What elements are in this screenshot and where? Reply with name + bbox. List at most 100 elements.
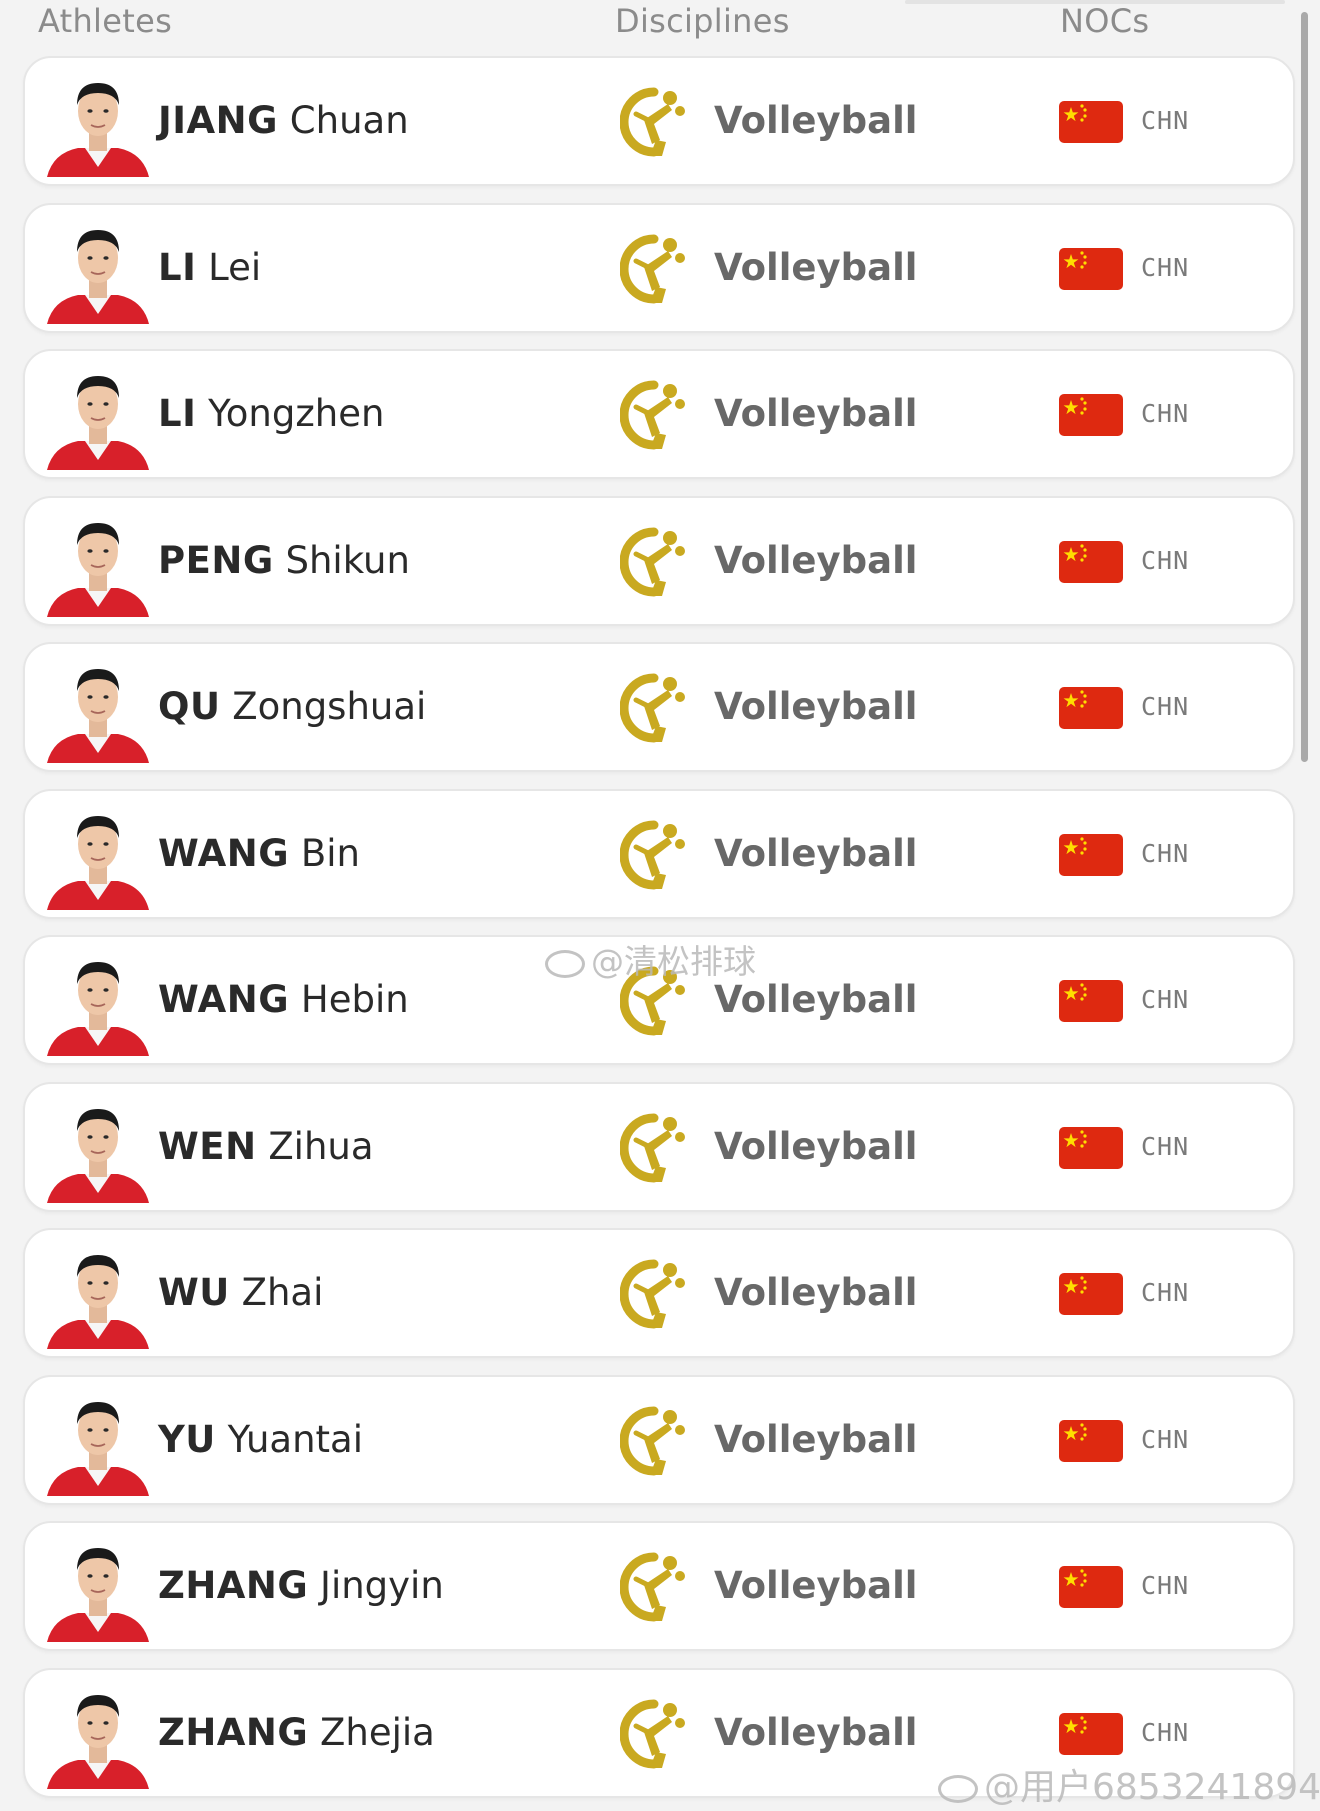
noc-code: CHN	[1141, 692, 1190, 721]
china-flag-icon	[1059, 1420, 1123, 1462]
athlete-name[interactable]: LI Yongzhen	[158, 351, 384, 477]
china-flag-icon	[1059, 101, 1123, 143]
athlete-last-name: WANG	[158, 832, 290, 875]
china-flag-icon	[1059, 1127, 1123, 1169]
china-flag-icon	[1059, 980, 1123, 1022]
discipline-label: Volleyball	[714, 539, 918, 582]
athlete-name[interactable]: ZHANG Zhejia	[158, 1670, 435, 1796]
discipline-label: Volleyball	[714, 246, 918, 289]
athlete-last-name: LI	[158, 246, 197, 289]
athlete-name[interactable]: WEN Zihua	[158, 1084, 374, 1210]
athlete-first-name: Chuan	[289, 99, 409, 142]
noc-code: CHN	[1141, 1132, 1190, 1161]
volleyball-pictogram-icon	[619, 1551, 690, 1623]
discipline-label: Volleyball	[714, 685, 918, 728]
column-header-athletes[interactable]: Athletes	[38, 2, 172, 40]
athlete-first-name: Zhai	[241, 1271, 324, 1314]
table-header: Athletes Disciplines NOCs	[0, 0, 1320, 50]
athlete-avatar	[45, 1534, 151, 1642]
china-flag-icon	[1059, 1273, 1123, 1315]
athlete-first-name: Zongshuai	[232, 685, 427, 728]
athlete-avatar	[45, 1681, 151, 1789]
athlete-row[interactable]: WU Zhai Volleyball CHN	[23, 1228, 1295, 1358]
scrollbar[interactable]	[1301, 12, 1308, 762]
athlete-row[interactable]: ZHANG Jingyin Volleyball CHN	[23, 1521, 1295, 1651]
noc-code: CHN	[1141, 839, 1190, 868]
athlete-name[interactable]: JIANG Chuan	[158, 58, 409, 184]
discipline-label: Volleyball	[714, 1711, 918, 1754]
athlete-first-name: Shikun	[285, 539, 410, 582]
noc-code: CHN	[1141, 399, 1190, 428]
athlete-first-name: Zihua	[268, 1125, 374, 1168]
volleyball-pictogram-icon	[619, 1698, 690, 1770]
athlete-avatar	[45, 1241, 151, 1349]
volleyball-pictogram-icon	[619, 819, 690, 891]
discipline-label: Volleyball	[714, 99, 918, 142]
athlete-avatar	[45, 362, 151, 470]
athlete-first-name: Hebin	[300, 978, 409, 1021]
column-header-nocs[interactable]: NOCs	[1060, 2, 1149, 40]
athlete-row[interactable]: YU Yuantai Volleyball CHN	[23, 1375, 1295, 1505]
discipline-label: Volleyball	[714, 1418, 918, 1461]
noc-code: CHN	[1141, 106, 1190, 135]
athlete-avatar	[45, 948, 151, 1056]
athlete-last-name: WEN	[158, 1125, 257, 1168]
watermark-corner: @用户6853241894	[938, 1758, 1320, 1810]
volleyball-pictogram-icon	[619, 672, 690, 744]
athlete-last-name: ZHANG	[158, 1711, 309, 1754]
athlete-avatar	[45, 509, 151, 617]
athlete-last-name: WANG	[158, 978, 290, 1021]
discipline-label: Volleyball	[714, 1271, 918, 1314]
athlete-row[interactable]: WANG Bin Volleyball CHN	[23, 789, 1295, 919]
athlete-first-name: Yongzhen	[208, 392, 385, 435]
athlete-name[interactable]: LI Lei	[158, 205, 261, 331]
athlete-row[interactable]: WEN Zihua Volleyball CHN	[23, 1082, 1295, 1212]
athlete-last-name: YU	[158, 1418, 216, 1461]
athlete-row[interactable]: PENG Shikun Volleyball CHN	[23, 496, 1295, 626]
weibo-icon	[545, 949, 585, 978]
volleyball-pictogram-icon	[619, 233, 690, 305]
athlete-avatar	[45, 802, 151, 910]
athlete-row[interactable]: QU Zongshuai Volleyball CHN	[23, 642, 1295, 772]
discipline-label: Volleyball	[714, 392, 918, 435]
athlete-first-name: Jingyin	[320, 1564, 444, 1607]
athlete-name[interactable]: WANG Hebin	[158, 937, 409, 1063]
athlete-last-name: ZHANG	[158, 1564, 309, 1607]
athlete-first-name: Lei	[208, 246, 262, 289]
volleyball-pictogram-icon	[619, 379, 690, 451]
noc-code: CHN	[1141, 546, 1190, 575]
noc-code: CHN	[1141, 253, 1190, 282]
athlete-first-name: Yuantai	[227, 1418, 363, 1461]
volleyball-pictogram-icon	[619, 526, 690, 598]
athlete-avatar	[45, 1388, 151, 1496]
athlete-last-name: QU	[158, 685, 221, 728]
discipline-label: Volleyball	[714, 832, 918, 875]
athlete-avatar	[45, 655, 151, 763]
noc-code: CHN	[1141, 1425, 1190, 1454]
china-flag-icon	[1059, 834, 1123, 876]
china-flag-icon	[1059, 248, 1123, 290]
athlete-avatar	[45, 1095, 151, 1203]
athlete-name[interactable]: YU Yuantai	[158, 1377, 363, 1503]
column-header-disciplines[interactable]: Disciplines	[615, 2, 790, 40]
noc-code: CHN	[1141, 1571, 1190, 1600]
athlete-row[interactable]: LI Yongzhen Volleyball CHN	[23, 349, 1295, 479]
athlete-name[interactable]: ZHANG Jingyin	[158, 1523, 444, 1649]
athlete-first-name: Bin	[300, 832, 361, 875]
china-flag-icon	[1059, 394, 1123, 436]
athlete-avatar	[45, 69, 151, 177]
weibo-icon	[938, 1775, 978, 1803]
athlete-row[interactable]: LI Lei Volleyball CHN	[23, 203, 1295, 333]
watermark-center: @清松排球	[545, 935, 756, 983]
athlete-last-name: LI	[158, 392, 197, 435]
athlete-name[interactable]: WU Zhai	[158, 1230, 323, 1356]
discipline-label: Volleyball	[714, 1125, 918, 1168]
athlete-name[interactable]: WANG Bin	[158, 791, 360, 917]
athlete-last-name: WU	[158, 1271, 230, 1314]
discipline-label: Volleyball	[714, 1564, 918, 1607]
athlete-name[interactable]: QU Zongshuai	[158, 644, 426, 770]
athlete-name[interactable]: PENG Shikun	[158, 498, 410, 624]
noc-code: CHN	[1141, 1278, 1190, 1307]
athlete-first-name: Zhejia	[320, 1711, 435, 1754]
athlete-row[interactable]: JIANG Chuan Volleyball CHN	[23, 56, 1295, 186]
